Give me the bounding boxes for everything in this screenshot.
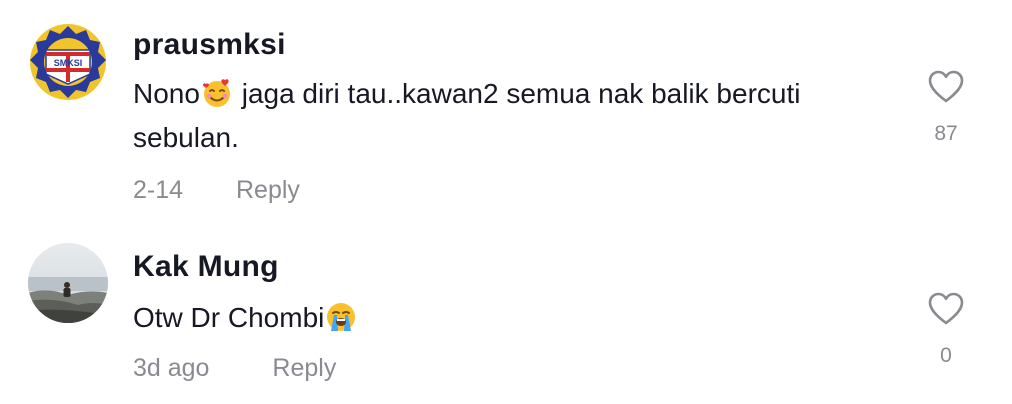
smiling-face-with-hearts-icon [202, 79, 230, 107]
badge-lettering: SMKSI [54, 58, 83, 68]
comment-text: Nono jaga diri tau..kawan2 semua nak bal… [133, 72, 903, 160]
avatar[interactable]: SMKSI [28, 22, 108, 102]
school-badge-icon: SMKSI [30, 24, 106, 100]
like-button[interactable]: 87 [922, 70, 970, 146]
profile-photo [28, 243, 108, 323]
comment-item: Kak Mung Otw Dr Chombi 3d ago Reply 0 [0, 222, 1012, 404]
like-button[interactable]: 0 [922, 292, 970, 368]
heart-icon[interactable] [928, 292, 964, 326]
comment-text: Otw Dr Chombi [133, 296, 903, 340]
reply-button[interactable]: Reply [236, 176, 300, 205]
comment-meta: 3d ago Reply [133, 354, 336, 383]
comment-date: 2-14 [133, 176, 184, 204]
comment-username[interactable]: Kak Mung [133, 250, 279, 284]
comment-item: SMKSI prausmksi Nono jaga diri tau..kawa… [0, 0, 1012, 222]
avatar[interactable] [28, 243, 108, 323]
reply-button[interactable]: Reply [272, 354, 336, 383]
like-count: 0 [940, 344, 952, 367]
comment-username[interactable]: prausmksi [133, 28, 286, 62]
loudly-crying-face-icon [327, 303, 356, 331]
comment-text-part: Nono [133, 78, 200, 109]
comment-date: 3d ago [133, 354, 210, 382]
comment-text-part: jaga diri tau..kawan2 semua nak balik be… [133, 78, 801, 153]
comment-meta: 2-14 Reply [133, 176, 300, 205]
comment-text-part: Otw Dr Chombi [133, 302, 325, 333]
like-count: 87 [934, 122, 958, 145]
heart-icon[interactable] [928, 70, 964, 104]
